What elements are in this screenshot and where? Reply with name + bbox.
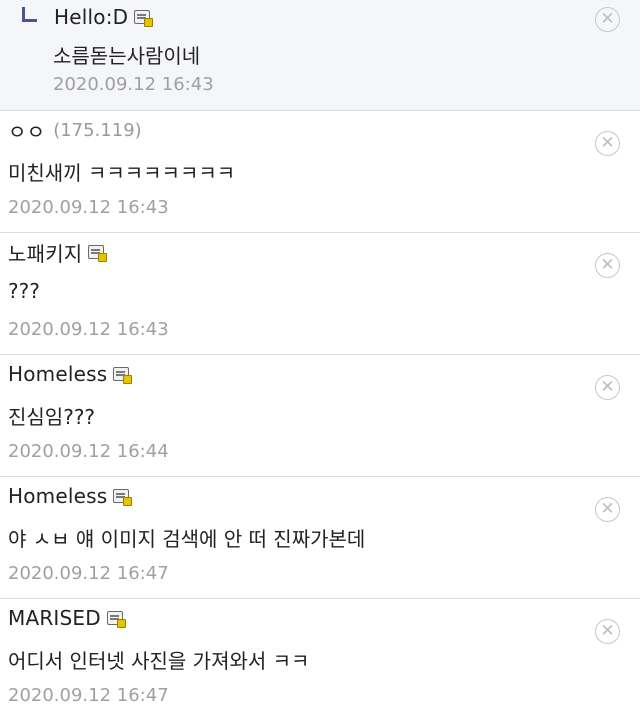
comment-text: 소름돋는사람이네 (53, 44, 201, 68)
comment-item: Homeless 진심임??? 2020.09.12 16:44 ✕ (0, 355, 640, 477)
comment-date: 2020.09.12 16:47 (8, 685, 169, 706)
gallog-icon[interactable] (113, 367, 133, 384)
close-circle-icon: ✕ (600, 255, 615, 275)
delete-comment-button[interactable]: ✕ (595, 497, 620, 522)
comment-item: Hello:D 소름돋는사람이네 2020.09.12 16:43 ✕ (0, 0, 640, 111)
comment-meta: Homeless (8, 361, 133, 387)
comment-nickname[interactable]: Homeless (8, 484, 107, 508)
comment-list: Hello:D 소름돋는사람이네 2020.09.12 16:43 ✕ ㅇㅇ (… (0, 0, 640, 711)
delete-comment-button[interactable]: ✕ (595, 619, 620, 644)
comment-date: 2020.09.12 16:43 (8, 197, 169, 218)
delete-comment-button[interactable]: ✕ (595, 131, 620, 156)
comment-nickname[interactable]: Homeless (8, 362, 107, 386)
comment-meta: Homeless (8, 483, 133, 509)
comment-item: Homeless 야 ㅅㅂ 얘 이미지 검색에 안 떠 진짜가본데 2020.0… (0, 477, 640, 599)
close-circle-icon: ✕ (600, 377, 615, 397)
comment-text: 야 ㅅㅂ 얘 이미지 검색에 안 떠 진짜가본데 (8, 527, 366, 551)
reply-arrow-icon (22, 6, 37, 22)
comment-item: ㅇㅇ (175.119) 미친새끼 ㅋㅋㅋㅋㅋㅋㅋㅋ 2020.09.12 16… (0, 111, 640, 233)
comment-item: MARISED 어디서 인터넷 사진을 가져와서 ㅋㅋ 2020.09.12 1… (0, 599, 640, 711)
comment-meta: MARISED (8, 605, 126, 631)
delete-comment-button[interactable]: ✕ (595, 253, 620, 278)
comment-nickname[interactable]: ㅇㅇ (8, 116, 45, 145)
comment-item: 노패키지 ??? 2020.09.12 16:43 ✕ (0, 233, 640, 355)
comment-nickname[interactable]: Hello:D (54, 5, 128, 29)
comment-meta: ㅇㅇ (175.119) (8, 116, 142, 145)
comment-text: 어디서 인터넷 사진을 가져와서 ㅋㅋ (8, 649, 310, 673)
close-circle-icon: ✕ (600, 621, 615, 641)
comment-meta: 노패키지 (8, 238, 108, 267)
gallog-icon[interactable] (106, 611, 126, 628)
comment-meta: Hello:D (22, 4, 154, 30)
comment-nickname[interactable]: 노패키지 (8, 238, 82, 267)
comment-ip: (175.119) (53, 119, 142, 141)
comment-date: 2020.09.12 16:43 (53, 74, 214, 95)
comment-text: ??? (8, 279, 40, 303)
close-circle-icon: ✕ (600, 133, 615, 153)
gallog-icon[interactable] (88, 245, 108, 262)
comment-text: 미친새끼 ㅋㅋㅋㅋㅋㅋㅋㅋ (8, 161, 236, 185)
comment-date: 2020.09.12 16:44 (8, 441, 169, 462)
delete-comment-button[interactable]: ✕ (595, 7, 620, 32)
comment-date: 2020.09.12 16:43 (8, 319, 169, 340)
close-circle-icon: ✕ (600, 9, 615, 29)
close-circle-icon: ✕ (600, 499, 615, 519)
comment-date: 2020.09.12 16:47 (8, 563, 169, 584)
comment-text: 진심임??? (8, 405, 96, 429)
delete-comment-button[interactable]: ✕ (595, 375, 620, 400)
gallog-icon[interactable] (113, 489, 133, 506)
gallog-icon[interactable] (134, 10, 154, 27)
comment-nickname[interactable]: MARISED (8, 606, 101, 630)
